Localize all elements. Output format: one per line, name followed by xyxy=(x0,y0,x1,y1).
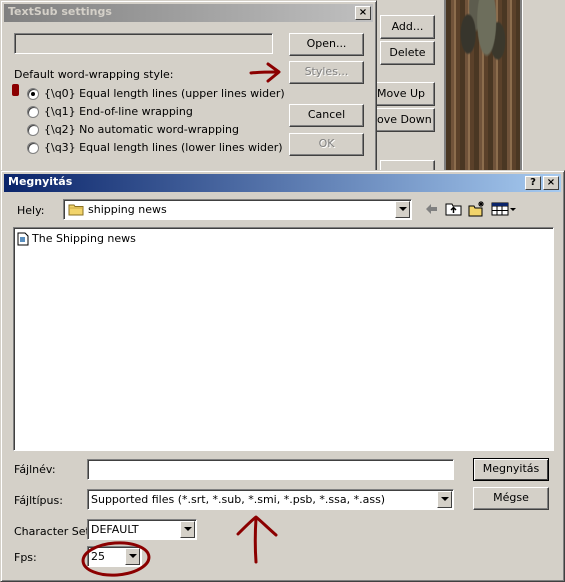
location-dropdown-button[interactable] xyxy=(395,201,410,218)
video-frame-image xyxy=(444,0,522,170)
add-button[interactable]: Add... xyxy=(380,15,435,39)
filetype-label: Fájltípus: xyxy=(14,494,63,507)
textsub-settings-dialog: TextSub settings × Open... Styles... Def… xyxy=(0,0,377,172)
selection-marker-annotation xyxy=(12,84,19,96)
open-dialog-close-button[interactable]: × xyxy=(543,176,559,190)
textsub-ok-button: OK xyxy=(289,133,364,156)
move-down-button[interactable]: ove Down xyxy=(374,108,435,132)
folder-icon xyxy=(68,204,84,216)
filename-input[interactable] xyxy=(87,459,454,480)
charset-dropdown[interactable]: DEFAULT xyxy=(87,519,197,540)
wrap-option-q1-label[interactable]: {\q1} End-of-line wrapping xyxy=(44,105,193,118)
arrow-right-annotation xyxy=(249,62,281,83)
help-button[interactable]: ? xyxy=(525,176,541,190)
filetype-dropdown[interactable]: Supported files (*.srt, *.sub, *.smi, *.… xyxy=(87,489,454,510)
new-folder-icon[interactable] xyxy=(468,200,486,217)
fps-label: Fps: xyxy=(14,551,37,564)
wrap-option-q3-radio[interactable] xyxy=(27,142,39,154)
filename-label: Fájlnév: xyxy=(14,463,56,476)
list-item[interactable]: The Shipping news xyxy=(17,231,157,247)
circle-annotation xyxy=(81,541,151,577)
open-file-dialog: Megnyitás ? × Hely: shipping news The Sh… xyxy=(0,170,565,582)
delete-button[interactable]: Delete xyxy=(380,41,435,65)
textsub-title: TextSub settings xyxy=(8,5,112,18)
word-wrap-label: Default word-wrapping style: xyxy=(14,68,174,81)
open-dialog-title-bar: Megnyitás ? × xyxy=(4,174,561,192)
open-dialog-title: Megnyitás xyxy=(8,175,73,188)
back-arrow-icon[interactable] xyxy=(423,201,439,217)
wrap-option-q2-label[interactable]: {\q2} No automatic word-wrapping xyxy=(44,123,239,136)
filetype-value: Supported files (*.srt, *.sub, *.smi, *.… xyxy=(91,493,386,506)
background-window-edge xyxy=(522,0,565,170)
move-up-button[interactable]: Move Up xyxy=(374,82,435,106)
wrap-option-q3-label[interactable]: {\q3} Equal length lines (lower lines wi… xyxy=(44,141,283,154)
textsub-cancel-button[interactable]: Cancel xyxy=(289,104,364,127)
styles-button: Styles... xyxy=(289,61,364,84)
location-dropdown[interactable]: shipping news xyxy=(63,199,412,220)
open-button[interactable]: Megnyitás xyxy=(473,458,549,481)
arrow-up-annotation xyxy=(236,515,278,564)
charset-label: Character Set: xyxy=(14,525,94,538)
file-icon xyxy=(17,232,29,246)
file-list[interactable]: The Shipping news xyxy=(13,227,554,451)
wrap-option-q2-radio[interactable] xyxy=(27,124,39,136)
textsub-close-button[interactable]: × xyxy=(355,6,371,20)
textsub-title-bar: TextSub settings × xyxy=(4,4,373,22)
location-value: shipping news xyxy=(88,203,167,216)
up-folder-icon[interactable] xyxy=(445,201,463,217)
cancel-button[interactable]: Mégse xyxy=(473,487,549,510)
wrap-option-q0-label[interactable]: {\q0} Equal length lines (upper lines wi… xyxy=(44,87,285,100)
filetype-dropdown-button[interactable] xyxy=(437,491,452,508)
charset-value: DEFAULT xyxy=(91,523,139,536)
wrap-option-q0-radio[interactable] xyxy=(27,88,39,100)
textsub-open-button[interactable]: Open... xyxy=(289,33,364,56)
charset-dropdown-button[interactable] xyxy=(180,521,195,538)
wrap-option-q1-radio[interactable] xyxy=(27,106,39,118)
file-name: The Shipping news xyxy=(32,232,136,245)
view-menu-icon[interactable] xyxy=(491,201,517,217)
file-path-field[interactable] xyxy=(14,33,273,54)
location-label: Hely: xyxy=(17,204,45,217)
